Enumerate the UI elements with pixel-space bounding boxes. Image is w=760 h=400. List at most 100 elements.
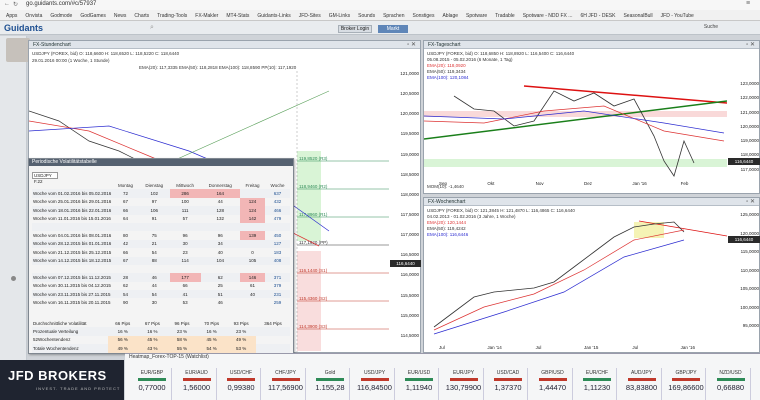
instrument-name: Gold — [324, 370, 336, 376]
axis-tick-label: 95,0000 — [742, 323, 759, 329]
bookmark-item[interactable]: Guidants-Links — [255, 13, 292, 19]
bookmark-item[interactable]: JFD - YouTube — [659, 13, 696, 19]
sidebar-dot-icon[interactable] — [11, 276, 16, 281]
watchlist-item[interactable]: EUR/AUD 1,56000 — [178, 368, 217, 400]
table-cell: 54 — [112, 290, 139, 299]
panel-controls-icon[interactable]: ▫ ✕ — [407, 41, 416, 48]
bookmark-item[interactable]: Trading-Tools — [155, 13, 189, 19]
watchlist-item[interactable]: EUR/JPY 130,79900 — [445, 368, 484, 400]
watchlist-item[interactable]: Gold 1.155,28 — [311, 368, 350, 400]
summary-cell: 43 % — [137, 344, 168, 353]
watchlist-item[interactable]: AUD/JPY 83,83800 — [623, 368, 662, 400]
summary-cell — [255, 344, 290, 353]
table-cell: 100 — [181, 199, 189, 205]
panel-controls-icon[interactable]: ▫ ✕ — [746, 41, 755, 48]
time-axis-label: Okt — [487, 181, 495, 186]
summary-cell — [255, 327, 290, 336]
bookmark-item[interactable]: Charts — [132, 13, 151, 19]
axis-tick-label: 118,0000 — [740, 152, 759, 158]
table-cell: 96 — [182, 233, 188, 239]
bookmark-item[interactable]: Spotware — [464, 13, 489, 19]
table-cell: 637 — [265, 189, 290, 198]
bookmark-item[interactable]: Godmode — [48, 13, 74, 19]
axis-tick-label: 120,0000 — [400, 111, 419, 117]
search-icon[interactable]: ⌕ — [150, 24, 154, 32]
watchlist-item[interactable]: GBP/JPY 169,86600 — [667, 368, 706, 400]
instrument-price: 130,79900 — [445, 383, 482, 392]
daily-chart-canvas[interactable] — [424, 81, 727, 181]
pivot-level-label: 118,9460 (R2) — [299, 184, 328, 189]
table-cell: 54 — [138, 290, 170, 299]
window-title: Periodische Volatilitätstabelle — [29, 159, 293, 166]
bookmark-item[interactable]: Onvista — [23, 13, 44, 19]
watchlist-item[interactable]: USD/JPY 116,84500 — [356, 368, 395, 400]
table-cell: Woche vom 23.11.2015 bis 27.11.2015 — [32, 290, 113, 299]
panel-title: FX-Stundenchart — [29, 41, 420, 49]
bookmark-item[interactable]: JFD-Sites — [297, 13, 323, 19]
volatility-summary-table: Durchschnittliche Volatilität 66 Pips 67 P… — [32, 319, 290, 353]
table-cell: Woche vom 16.11.2015 bis 20.11.2015 — [33, 300, 111, 306]
search-field[interactable]: Suche — [700, 23, 722, 32]
table-cell: 46 — [217, 300, 223, 306]
watchlist-item[interactable]: EUR/GBP 0,77000 — [133, 368, 172, 400]
avatar[interactable] — [6, 38, 30, 62]
bookmark-item[interactable]: Tradable — [493, 13, 517, 19]
watchlist-item[interactable]: CHF/JPY 117,56900 — [267, 368, 306, 400]
column-header: Montag — [118, 182, 134, 188]
watchlist-item[interactable]: EUR/USD 1,11940 — [400, 368, 439, 400]
weekly-chart-canvas[interactable] — [424, 212, 727, 342]
axis-tick-label: 118,0000 — [400, 191, 419, 197]
watchlist-item[interactable]: USD/CAD 1,37370 — [489, 368, 528, 400]
watchlist-item[interactable]: EUR/CHF 1,11230 — [578, 368, 617, 400]
summary-cell: 67 Pips — [144, 320, 160, 326]
watchlist-heatmap: Heatmap_Forex-TOP-15 (Watchlist) EUR/GBP… — [125, 353, 760, 400]
table-cell: Woche vom 07.12.2015 bis 11.12.2015 — [32, 273, 113, 282]
bookmark-item[interactable]: Ablage — [440, 13, 460, 19]
symbol-select[interactable]: USDJPY F.22 — [32, 172, 58, 184]
table-cell: 379 — [273, 283, 282, 289]
bookmark-item[interactable]: FX-Makler — [193, 13, 220, 19]
change-bar — [360, 378, 389, 381]
bookmark-item[interactable]: News — [112, 13, 129, 19]
instrument-price: 1,11230 — [583, 383, 611, 392]
bookmark-item[interactable]: GM-Links — [327, 13, 352, 19]
broker-login-button[interactable]: Broker Login — [338, 25, 372, 33]
bookmark-item[interactable]: Sprachen — [381, 13, 406, 19]
menu-icon[interactable]: ≡ — [746, 0, 750, 7]
watchlist-item[interactable]: GBP/USD 1,44470 — [534, 368, 573, 400]
bookmark-item[interactable]: MT4-Stats — [224, 13, 251, 19]
bookmark-item[interactable]: Sounds — [356, 13, 377, 19]
table-cell: Woche vom 28.12.2015 bis 01.01.2016 — [32, 239, 113, 249]
bookmark-item[interactable]: Spotware - NDD FX ... — [521, 13, 575, 19]
brand-name: JFD BROKERS — [8, 368, 107, 383]
axis-tick-label: 125,0000 — [740, 212, 759, 217]
market-button[interactable]: Markt — [378, 25, 408, 33]
summary-cell: 66 Pips — [115, 320, 131, 326]
bookmark-item[interactable]: GodGames — [78, 13, 108, 19]
table-cell: 127 — [265, 239, 290, 249]
table-cell: 111 — [169, 206, 201, 215]
jfd-brokers-logo: JFD BROKERS INVEST. TRADE AND PROTECT — [0, 360, 124, 400]
back-icon[interactable]: ← — [4, 1, 10, 7]
table-cell: 80 — [123, 233, 129, 239]
table-cell — [265, 222, 290, 232]
watchlist-item[interactable]: NZD/USD 0,66880 — [712, 368, 751, 400]
summary-cell: Prozentuale Verteilung — [32, 327, 108, 336]
refresh-icon[interactable]: ↻ — [13, 1, 18, 8]
url-text[interactable]: go.guidants.com/#c/57937 — [26, 1, 96, 7]
panel-controls-icon[interactable]: ▫ ✕ — [746, 198, 755, 205]
column-header: Freitag — [245, 182, 260, 188]
table-cell: 106 — [138, 206, 170, 215]
table-cell: 42 — [112, 239, 139, 249]
table-row: Woche vom 25.01.2016 bis 29.01.2016 67 97 1… — [32, 197, 290, 207]
bookmark-item[interactable]: Apps — [4, 13, 19, 19]
bookmark-item[interactable]: 6H JFD - DESK — [578, 13, 617, 19]
chart-legend: USDJPY (FOREX, bid) O: 118,6600 H: 118,6… — [32, 51, 180, 56]
guidants-logo[interactable]: Guidants — [4, 23, 43, 33]
instrument-name: USD/CHF — [229, 370, 253, 376]
address-bar[interactable]: ← ↻ go.guidants.com/#c/57937 ≡ — [0, 0, 760, 10]
bookmark-item[interactable]: Sonstiges — [410, 13, 436, 19]
watchlist-item[interactable]: USD/CHF 0,99380 — [222, 368, 261, 400]
bookmark-item[interactable]: SeasonalBull — [621, 13, 654, 19]
table-row: Woche vom 18.01.2016 bis 22.01.2016 66 106… — [32, 206, 290, 215]
